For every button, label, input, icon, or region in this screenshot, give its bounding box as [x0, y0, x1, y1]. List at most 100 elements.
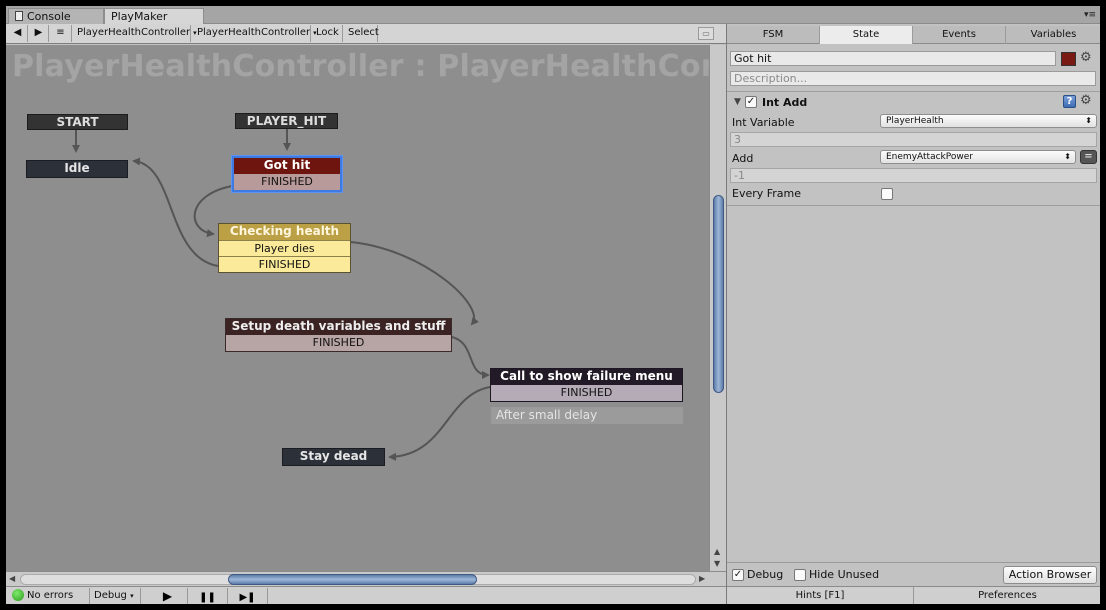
state-comment: After small delay — [491, 407, 683, 424]
debug-dropdown[interactable]: Debug ▾ — [90, 588, 141, 604]
scroll-up-icon[interactable]: ▲ — [714, 547, 720, 556]
global-event-player-hit[interactable]: PLAYER_HIT — [235, 113, 338, 129]
tab-console-label: Console — [27, 10, 71, 23]
state-idle[interactable]: Idle — [26, 160, 128, 178]
link-checking-idle — [132, 157, 219, 267]
transition-finished[interactable]: FINISHED — [491, 385, 682, 401]
chevron-updown-icon: ⬍ — [1064, 152, 1071, 161]
debug-checkbox[interactable]: ✓ — [732, 569, 744, 581]
frame-view-icon[interactable]: ▭ — [698, 27, 714, 40]
link-setup-failure — [451, 336, 490, 379]
global-event-start[interactable]: START — [27, 114, 128, 130]
error-status-label: No errors — [27, 590, 74, 601]
debug-label: Debug — [747, 568, 784, 581]
add-label: Add — [732, 152, 754, 165]
horizontal-scroll-thumb[interactable] — [228, 574, 477, 585]
state-stay-dead-label: Stay dead — [299, 449, 368, 463]
tab-playmaker[interactable]: PlayMaker — [104, 8, 204, 24]
transition-player-dies[interactable]: Player dies — [219, 240, 350, 256]
tab-events[interactable]: Events — [913, 26, 1006, 44]
transition-finished[interactable]: FINISHED — [219, 256, 350, 272]
transition-finished[interactable]: FINISHED — [226, 335, 451, 351]
state-name-field[interactable]: Got hit — [730, 51, 1056, 66]
inspector-status-bar: Hints [F1] Preferences — [727, 586, 1100, 604]
state-got-hit-title: Got hit — [234, 158, 340, 174]
tab-playmaker-label: PlayMaker — [111, 10, 168, 23]
pause-icon: ❚❚ — [199, 592, 216, 603]
select-button[interactable]: Select — [344, 25, 379, 42]
graph-horizontal-scrollbar[interactable]: ◀ ▶ — [6, 571, 726, 586]
menu-icon: ≡ — [56, 27, 65, 38]
add-value: EnemyAttackPower — [886, 152, 973, 162]
divider — [727, 205, 1100, 206]
int-variable-readonly: 3 — [730, 132, 1097, 147]
play-icon: ▶ — [162, 589, 173, 603]
int-variable-label: Int Variable — [732, 116, 795, 129]
tab-strip: Console PlayMaker ▾≡ — [6, 6, 1100, 24]
window-menu-icon[interactable]: ▾≡ — [1084, 10, 1096, 20]
inspector-bottom-bar: ✓ Debug Hide Unused Action Browser — [727, 562, 1100, 586]
tab-fsm[interactable]: FSM — [727, 26, 820, 44]
scroll-right-icon[interactable]: ▶ — [699, 574, 705, 583]
every-frame-label: Every Frame — [732, 187, 802, 200]
gear-icon[interactable]: ⚙ — [1080, 51, 1092, 65]
gear-icon[interactable]: ⚙ — [1080, 94, 1092, 108]
tab-state[interactable]: State — [820, 26, 913, 44]
description-field[interactable]: Description... — [730, 71, 1096, 86]
transition-finished[interactable]: FINISHED — [234, 174, 340, 190]
add-readonly: -1 — [730, 168, 1097, 183]
preferences-button[interactable]: Preferences — [914, 587, 1100, 604]
help-icon[interactable]: ? — [1063, 95, 1076, 108]
add-popup[interactable]: EnemyAttackPower ⬍ — [880, 150, 1076, 164]
scroll-down-icon[interactable]: ▼ — [714, 559, 720, 568]
chevron-updown-icon: ⬍ — [1085, 116, 1092, 125]
state-got-hit[interactable]: Got hit FINISHED — [232, 156, 342, 192]
state-checking-health-title: Checking health — [219, 224, 350, 240]
int-variable-popup[interactable]: PlayerHealth ⬍ — [880, 114, 1097, 128]
inspector-panel: FSM State Events Variables Got hit ⚙ Des… — [726, 24, 1100, 604]
console-icon — [15, 11, 23, 21]
forward-button[interactable]: ▶ — [29, 25, 49, 42]
scroll-left-icon[interactable]: ◀ — [9, 574, 15, 583]
fsm-graph-canvas[interactable]: PlayerHealthController : PlayerHealthCon… — [6, 45, 709, 571]
every-frame-checkbox[interactable] — [881, 188, 893, 200]
tab-variables[interactable]: Variables — [1006, 26, 1100, 44]
action-browser-button[interactable]: Action Browser — [1003, 566, 1097, 584]
editor-frame: Console PlayMaker ▾≡ ◀ ▶ ≡ PlayerHealthC… — [6, 6, 1100, 604]
step-icon: ▶❚ — [239, 592, 256, 603]
hints-button[interactable]: Hints [F1] — [727, 587, 914, 604]
vertical-scroll-thumb[interactable] — [713, 195, 724, 393]
step-button[interactable]: ▶❚ — [228, 588, 268, 604]
collapse-triangle-icon[interactable]: ▼ — [734, 95, 741, 109]
link-checking-setup — [350, 241, 479, 326]
hide-unused-checkbox[interactable] — [794, 569, 806, 581]
graph-toolbar: ◀ ▶ ≡ PlayerHealthController ▾ PlayerHeal… — [6, 24, 726, 44]
variable-toggle-button[interactable]: = — [1080, 150, 1097, 164]
fsm-selector[interactable]: PlayerHealthController ▾ — [193, 25, 317, 42]
lock-button[interactable]: Lock — [312, 25, 343, 42]
action-enabled-checkbox[interactable]: ✓ — [745, 96, 757, 108]
forward-icon: ▶ — [34, 27, 43, 38]
gameobject-selector-label: PlayerHealthController — [77, 27, 191, 38]
app-window: Console PlayMaker ▾≡ ◀ ▶ ≡ PlayerHealthC… — [0, 0, 1106, 610]
graph-status-bar: No errors Debug ▾ ▶ ❚❚ ▶❚ — [6, 586, 726, 604]
error-status[interactable]: No errors — [8, 588, 90, 604]
inspector-tabs: FSM State Events Variables — [727, 26, 1100, 44]
fsm-menu-button[interactable]: ≡ — [50, 25, 72, 42]
tab-console[interactable]: Console — [8, 8, 104, 24]
back-button[interactable]: ◀ — [8, 25, 28, 42]
chevron-down-icon: ▾ — [130, 592, 134, 600]
back-icon: ◀ — [13, 27, 22, 38]
play-button[interactable]: ▶ — [148, 588, 188, 604]
pause-button[interactable]: ❚❚ — [188, 588, 228, 604]
state-failure-menu[interactable]: Call to show failure menu FINISHED — [490, 368, 683, 402]
state-setup-death[interactable]: Setup death variables and stuff FINISHED — [225, 318, 452, 352]
state-color-swatch[interactable] — [1061, 52, 1076, 66]
state-checking-health[interactable]: Checking health Player dies FINISHED — [218, 223, 351, 273]
state-stay-dead[interactable]: Stay dead — [282, 448, 385, 466]
select-label: Select — [348, 27, 379, 38]
int-variable-value: PlayerHealth — [886, 116, 944, 126]
state-failure-menu-title: Call to show failure menu — [491, 369, 682, 385]
gameobject-selector[interactable]: PlayerHealthController ▾ — [73, 25, 197, 42]
graph-vertical-scrollbar[interactable]: ▲ ▼ — [709, 45, 726, 571]
